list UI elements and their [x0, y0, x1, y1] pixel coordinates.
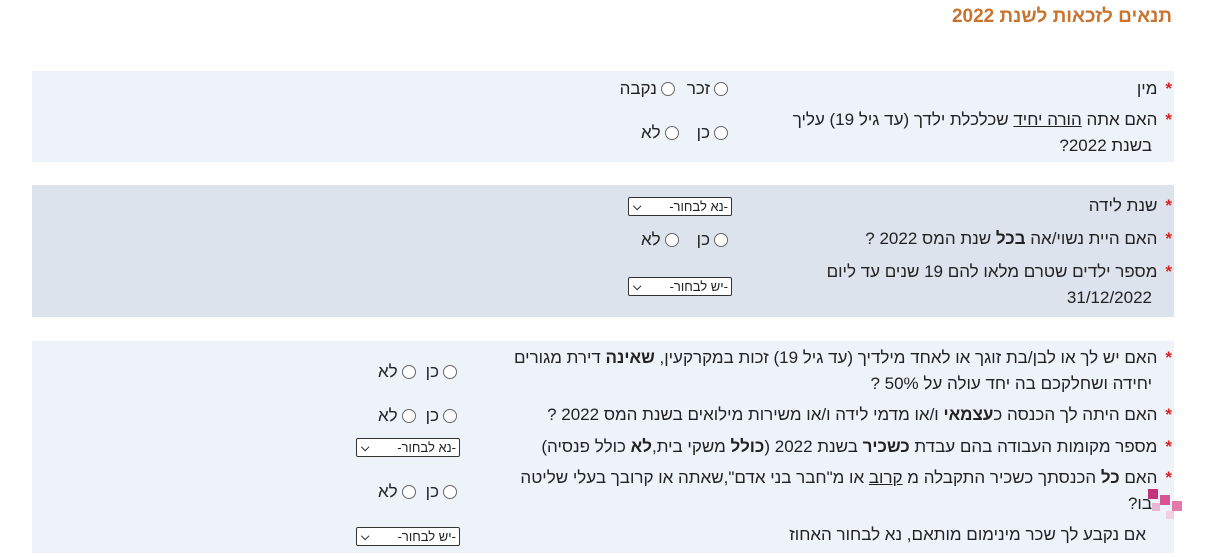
- chevron-down-icon: ⌵: [361, 531, 370, 543]
- single-parent-q-text: האם אתה: [1081, 110, 1158, 129]
- single-parent-q-line2: בשנת 2022?: [1059, 136, 1152, 155]
- children-q-line2: 31/12/2022: [1066, 288, 1152, 307]
- birth-year-label: שנת לידה: [1088, 196, 1158, 215]
- workplaces-q-bold2: כולל: [730, 437, 765, 456]
- radio-female-label: נקבה: [619, 79, 657, 98]
- radio-yes-label: כן: [425, 482, 439, 501]
- radio-no[interactable]: [664, 126, 679, 140]
- required-star: *: [1165, 348, 1172, 367]
- radio-yes-label: כן: [425, 406, 439, 425]
- self-employed-question: * האם היתה לך הכנסה כעצמאי ו/או מדמי לידה…: [472, 402, 1172, 428]
- relative-q-bold: כל: [1100, 468, 1120, 487]
- relative-radio-group: כן לא: [366, 482, 457, 502]
- gender-label: מין: [1136, 79, 1158, 98]
- relative-employer-question: * האם כל הכנסתך כשכיר התקבלה מ קרוב או מ"…: [492, 465, 1172, 517]
- required-star: *: [1165, 468, 1172, 487]
- radio-yes-label: כן: [696, 123, 710, 142]
- radio-yes[interactable]: [443, 485, 457, 499]
- site-logo-icon: [1148, 489, 1182, 519]
- children-select-value: -יש לבחור-: [669, 279, 728, 294]
- radio-no-label: לא: [640, 123, 661, 142]
- radio-no-label: לא: [377, 406, 398, 425]
- children-count-select[interactable]: -יש לבחור- ⌵: [628, 277, 732, 296]
- radio-no-label: לא: [640, 230, 661, 249]
- realestate-q-text: האם יש לך או לבן/בת זוגך או לאחד מילדיך …: [654, 348, 1158, 367]
- workplaces-q-text4: כולל פנסיה): [541, 437, 631, 456]
- page-title: תנאים לזכאות לשנת 2022: [951, 6, 1172, 27]
- birth-year-question: * שנת לידה: [1089, 193, 1172, 219]
- chevron-down-icon: ⌵: [633, 281, 642, 293]
- radio-male[interactable]: [714, 82, 728, 96]
- realestate-radio-group: כן לא: [366, 362, 457, 382]
- self-employed-radio-group: כן לא: [366, 406, 457, 426]
- chevron-down-icon: ⌵: [633, 201, 642, 213]
- radio-no[interactable]: [401, 485, 416, 499]
- min-wage-select[interactable]: -יש לבחור- ⌵: [356, 527, 460, 546]
- radio-no-label: לא: [377, 482, 398, 501]
- birth-year-select[interactable]: -נא לבחור- ⌵: [628, 197, 732, 216]
- single-parent-radio-group: כן לא: [629, 123, 728, 143]
- realestate-q-bold: שאינה: [605, 348, 655, 367]
- married-question: * האם היית נשוי/אה בכל שנת המס 2022 ?: [865, 226, 1172, 252]
- required-star: *: [1165, 405, 1172, 424]
- relative-q-text: האם: [1119, 468, 1158, 487]
- radio-yes[interactable]: [443, 365, 457, 379]
- gender-radio-group: זכר נקבה: [608, 79, 728, 99]
- radio-yes-label: כן: [696, 230, 710, 249]
- married-q-text: האם היית נשוי/אה: [1025, 229, 1158, 248]
- realestate-question: * האם יש לך או לבן/בת זוגך או לאחד מילדיך…: [472, 345, 1172, 397]
- required-star: *: [1165, 79, 1172, 98]
- radio-yes[interactable]: [714, 233, 728, 247]
- single-parent-q-text2: שכלכלת ילדך (עד גיל 19) עליך: [792, 110, 1014, 129]
- radio-no[interactable]: [401, 409, 416, 423]
- required-star: *: [1165, 437, 1172, 456]
- children-question: * מספר ילדים שטרם מלאו להם 19 שנים עד ליו…: [782, 259, 1172, 311]
- chevron-down-icon: ⌵: [361, 442, 370, 454]
- radio-female[interactable]: [660, 82, 675, 96]
- radio-no[interactable]: [664, 233, 679, 247]
- radio-no-label: לא: [377, 362, 398, 381]
- children-q-line1: מספר ילדים שטרם מלאו להם 19 שנים עד ליום: [826, 262, 1158, 281]
- relative-link[interactable]: קרוב: [869, 468, 903, 487]
- radio-yes[interactable]: [443, 409, 457, 423]
- realestate-q-line2: יחידה ושחלקכם בה יחד עולה על 50% ?: [870, 374, 1152, 393]
- realestate-q-text2: דירת מגורים: [513, 348, 606, 367]
- radio-male-label: זכר: [686, 79, 710, 98]
- radio-yes[interactable]: [714, 126, 728, 140]
- income-q-text2: ו/או מדמי לידה ו/או משירות מילואים בשנת …: [547, 405, 944, 424]
- income-q-bold: עצמאי: [943, 405, 994, 424]
- workplaces-q-text: מספר מקומות העבודה בהם עבדת: [909, 437, 1158, 456]
- relative-q-text2: הכנסתך כשכיר התקבלה מ: [902, 468, 1101, 487]
- min-wage-select-value: -יש לבחור-: [397, 529, 456, 544]
- workplaces-q-text2: בשנת 2022 (: [764, 437, 863, 456]
- relative-q-text3: או מ"חבר בני אדם",שאתה או קרובך בעלי שלי…: [520, 468, 869, 487]
- required-star: *: [1165, 110, 1172, 129]
- required-star: *: [1165, 196, 1172, 215]
- min-wage-question: אם נקבע לך שכר מינימום מותאם, נא לבחור ה…: [789, 525, 1146, 544]
- gender-question: * מין: [1137, 76, 1172, 102]
- workplaces-select-value: -נא לבחור-: [397, 440, 456, 455]
- required-star: *: [1165, 229, 1172, 248]
- birth-year-select-value: -נא לבחור-: [669, 199, 728, 214]
- single-parent-link[interactable]: הורה יחיד: [1013, 110, 1081, 129]
- workplaces-q-text3: משקי בית,: [652, 437, 731, 456]
- workplaces-q-bold3: לא: [630, 437, 652, 456]
- married-radio-group: כן לא: [629, 230, 728, 250]
- required-star: *: [1165, 262, 1172, 281]
- income-q-text: האם היתה לך הכנסה כ: [993, 405, 1158, 424]
- single-parent-question: * האם אתה הורה יחיד שכלכלת ילדך (עד גיל 1…: [752, 107, 1172, 159]
- workplaces-select[interactable]: -נא לבחור- ⌵: [356, 438, 460, 457]
- married-q-bold: בכל: [995, 229, 1026, 248]
- workplaces-question: * מספר מקומות העבודה בהם עבדת כשכיר בשנת …: [472, 434, 1172, 460]
- workplaces-q-bold: כשכיר: [862, 437, 910, 456]
- married-q-text2: שנת המס 2022 ?: [865, 229, 996, 248]
- radio-yes-label: כן: [425, 362, 439, 381]
- radio-no[interactable]: [401, 365, 416, 379]
